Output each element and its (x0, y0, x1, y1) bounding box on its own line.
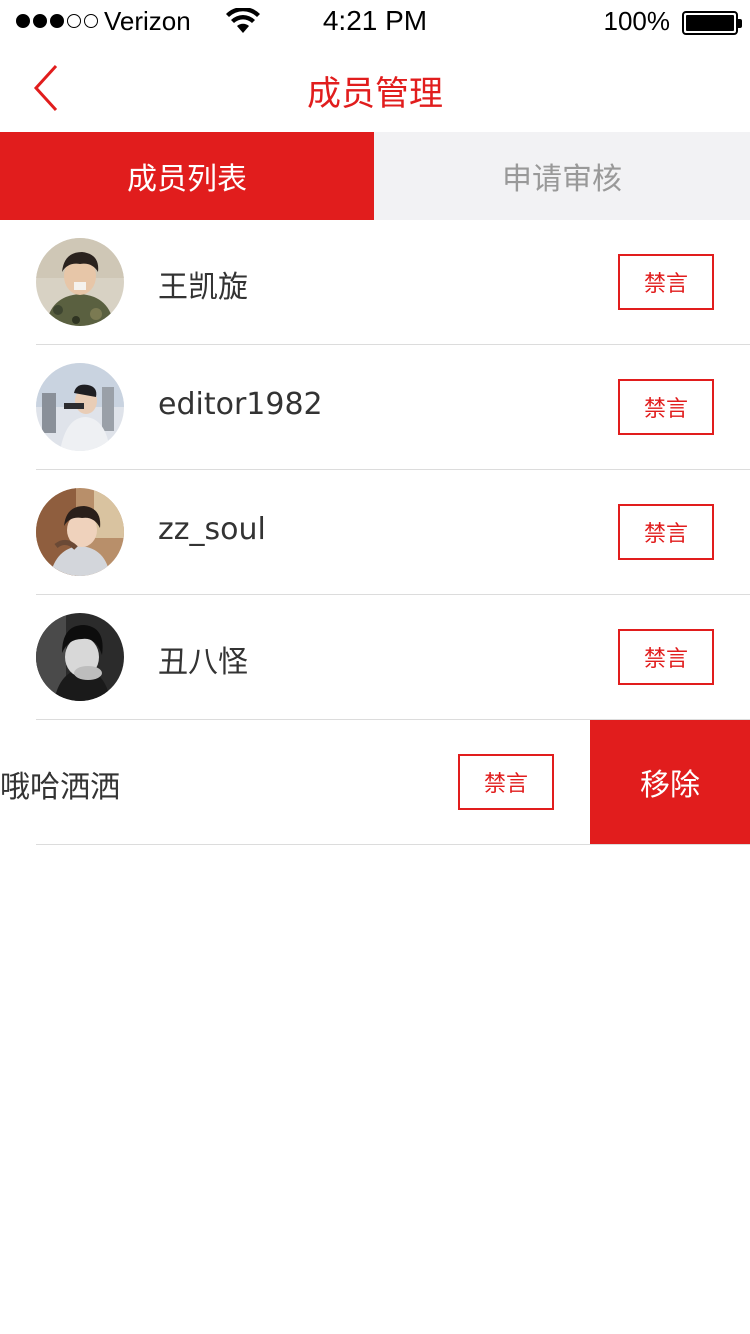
tab-bar: 成员列表 申请审核 (0, 132, 750, 220)
avatar[interactable] (36, 238, 124, 326)
member-list: 王凯旋 禁言 editor1982 禁言 zz_soul 禁言 丑八怪 禁言 哦… (0, 220, 750, 845)
battery-percentage: 100% (603, 6, 671, 36)
member-name: zz_soul (158, 512, 266, 547)
member-name: 丑八怪 (158, 645, 248, 680)
remove-button[interactable]: 移除 (590, 720, 750, 844)
mute-button[interactable]: 禁言 (618, 504, 714, 560)
divider (36, 844, 750, 845)
mute-button[interactable]: 禁言 (618, 254, 714, 310)
mute-button[interactable]: 禁言 (458, 754, 554, 810)
nav-bar: 成员管理 (0, 44, 750, 132)
member-row[interactable]: editor1982 禁言 (0, 345, 750, 470)
avatar[interactable] (36, 488, 124, 576)
tab-application-review[interactable]: 申请审核 (374, 132, 750, 220)
status-bar: Verizon 4:21 PM 100% (0, 0, 750, 44)
member-name: 王凯旋 (158, 270, 248, 305)
member-row[interactable]: 王凯旋 禁言 (0, 220, 750, 345)
member-row-swiped[interactable]: 哦哈洒洒 禁言 移除 (0, 720, 750, 845)
battery-icon (682, 11, 742, 35)
member-name: 哦哈洒洒 (0, 770, 120, 805)
avatar[interactable] (36, 613, 124, 701)
mute-button[interactable]: 禁言 (618, 629, 714, 685)
member-row[interactable]: 丑八怪 禁言 (0, 595, 750, 720)
member-row[interactable]: zz_soul 禁言 (0, 470, 750, 595)
avatar[interactable] (36, 363, 124, 451)
page-title: 成员管理 (307, 74, 443, 114)
member-name: editor1982 (158, 387, 323, 422)
mute-button[interactable]: 禁言 (618, 379, 714, 435)
tab-member-list[interactable]: 成员列表 (0, 132, 374, 220)
